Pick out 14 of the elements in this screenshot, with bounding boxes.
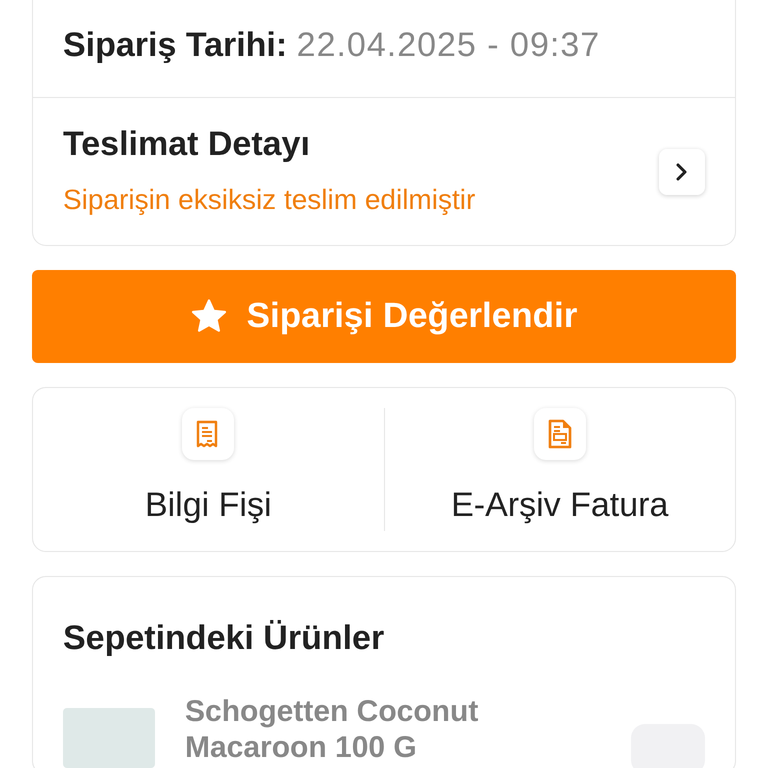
chevron-button[interactable] — [659, 149, 705, 196]
document-icon — [548, 418, 572, 449]
basket-title: Sepetindeki Ürünler — [62, 618, 386, 659]
order-date-value: 22.04.2025 - 09:37 — [296, 26, 600, 64]
delivery-status: Siparişin eksiksiz teslim edilmiştir — [63, 182, 476, 217]
chevron-right-icon — [676, 163, 688, 182]
document-label: Bilgi Fişi — [144, 484, 272, 526]
delivery-title: Teslimat Detayı — [63, 124, 311, 165]
product-name: Schogetten Coconut Macaroon 100 G — [185, 694, 480, 766]
document-link[interactable]: E-Arşiv Fatura — [384, 408, 735, 531]
document-link[interactable]: Bilgi Fişi — [33, 408, 384, 531]
order-date-label: Sipariş Tarihi: — [63, 26, 288, 64]
document-label: E-Arşiv Fatura — [451, 484, 668, 526]
star-icon — [190, 299, 227, 334]
